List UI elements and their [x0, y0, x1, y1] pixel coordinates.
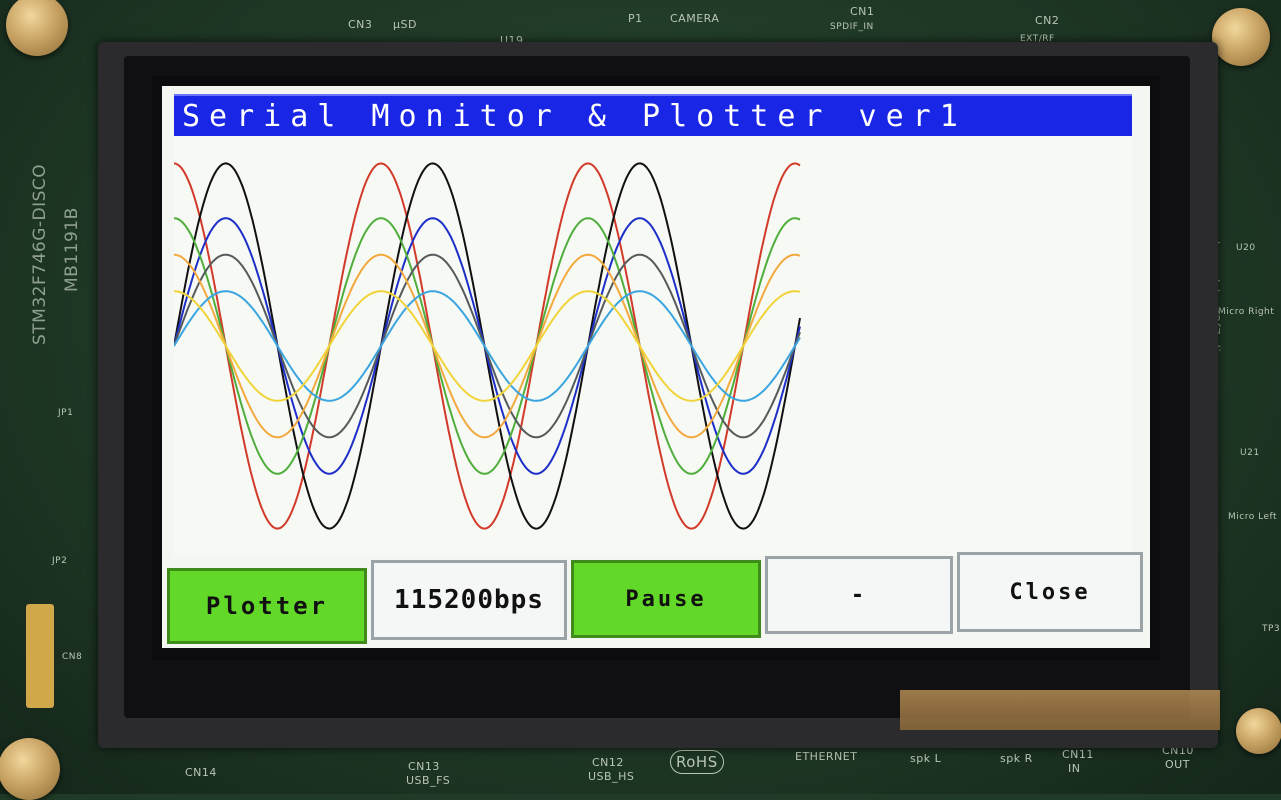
usb-fs-label: USB_FS: [406, 774, 451, 787]
tp3-label: TP3: [1262, 624, 1281, 634]
usb-hs-label: USB_HS: [588, 770, 635, 783]
in-label: IN: [1068, 762, 1081, 775]
cn3-label: CN3: [348, 18, 373, 31]
lcd-screen: Serial Monitor & Plotter ver1 Plotter 11…: [162, 86, 1150, 648]
board-id-label: MB1191B: [62, 207, 82, 292]
screw-bottom-left: [0, 738, 60, 800]
u20-label: U20: [1236, 243, 1256, 253]
plotter-button[interactable]: Plotter: [167, 568, 367, 644]
plot-area: [174, 136, 1132, 556]
button-bar: Plotter 115200bps Pause - Close: [162, 552, 1150, 646]
flex-cable: [900, 690, 1220, 730]
usd-label: µSD: [393, 18, 417, 31]
spk-r-label: spk R: [1000, 752, 1033, 765]
micro-right-label: Micro Right: [1218, 307, 1275, 317]
u21-label: U21: [1240, 448, 1260, 458]
waveform-series-6: [174, 253, 801, 439]
baud-rate-button[interactable]: 115200bps: [371, 560, 567, 640]
cn8-label: CN8: [62, 652, 83, 662]
cn12-label: CN12: [592, 756, 624, 769]
cn11-label: CN11: [1062, 748, 1094, 761]
waveform-series-3: [174, 217, 801, 475]
spk-l-label: spk L: [910, 752, 942, 765]
waveform-chart: [174, 162, 801, 530]
model-label: STM32F746G-DISCO: [30, 163, 50, 345]
cn1-label: CN1: [850, 5, 875, 18]
screw-bottom-right: [1236, 708, 1281, 754]
screw-top-right: [1212, 8, 1270, 66]
pause-button[interactable]: Pause: [571, 560, 761, 638]
p1-label: P1: [628, 12, 643, 25]
micro-left-label: Micro Left: [1228, 512, 1278, 522]
out-label: OUT: [1165, 758, 1190, 771]
window-title: Serial Monitor & Plotter ver1: [182, 99, 967, 134]
dash-button[interactable]: -: [765, 556, 953, 634]
close-button[interactable]: Close: [957, 552, 1143, 632]
jp1-label: JP1: [58, 408, 74, 418]
title-bar: Serial Monitor & Plotter ver1: [174, 94, 1132, 136]
spdif-label: SPDIF_IN: [830, 22, 874, 32]
cn14-label: CN14: [185, 766, 217, 779]
ethernet-label: ETHERNET: [795, 750, 858, 763]
cn8-header: [26, 604, 54, 708]
waveform-series-4: [174, 217, 801, 475]
screw-top-left: [6, 0, 68, 56]
circuit-board: CN3 µSD U19 P1 CAMERA CN1 SPDIF_IN CN2 E…: [0, 0, 1281, 800]
waveform-series-5: [174, 253, 801, 439]
cn2-label: CN2: [1035, 14, 1060, 27]
camera-label: CAMERA: [670, 12, 720, 25]
cn13-label: CN13: [408, 760, 440, 773]
rohs-label: RoHS: [670, 750, 724, 774]
jp2-label: JP2: [52, 556, 68, 566]
